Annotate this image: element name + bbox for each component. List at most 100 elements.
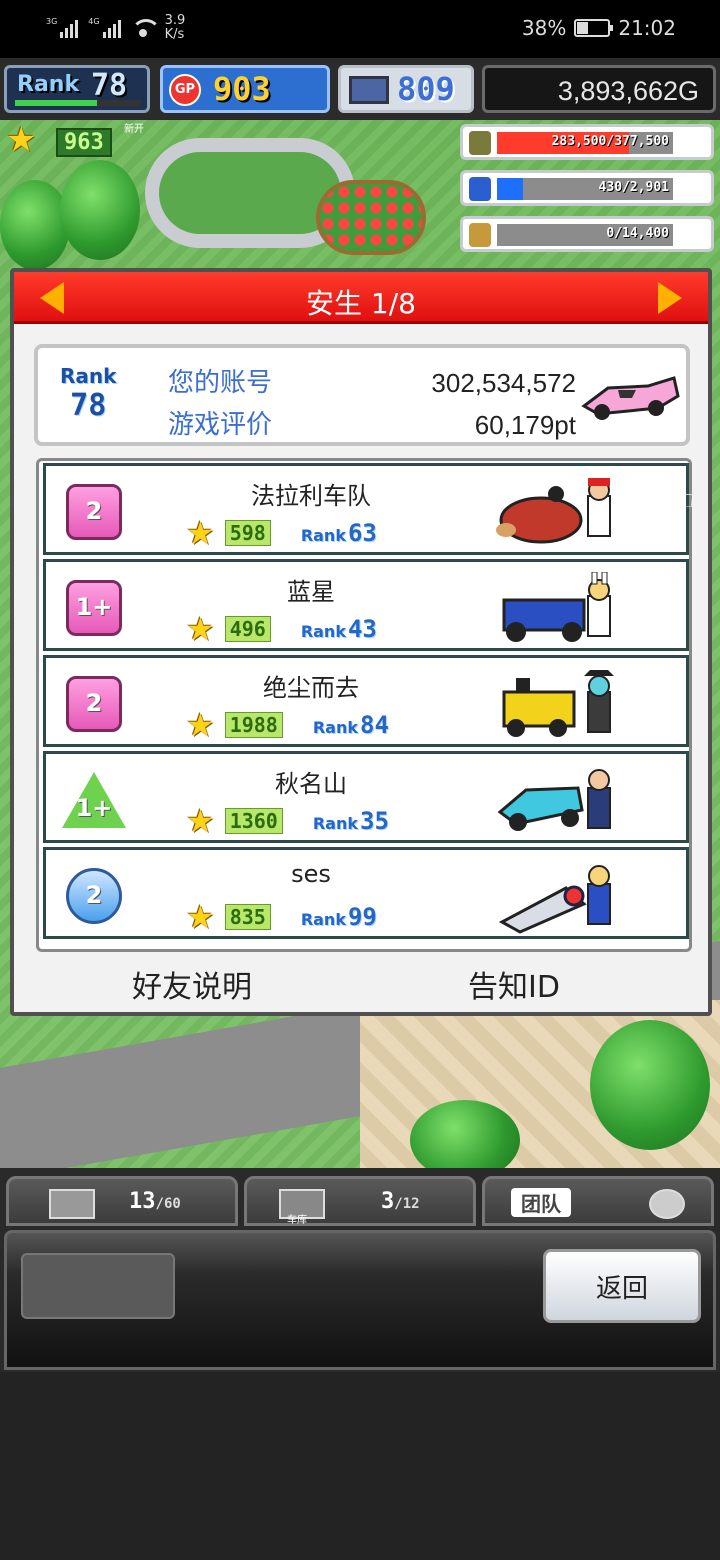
gp-counter[interactable]: GP 903 bbox=[160, 65, 330, 113]
friend-level-badge: 2 bbox=[66, 484, 122, 540]
crop-resource[interactable]: 0/14,400 bbox=[460, 216, 714, 252]
rank-label: Rank bbox=[300, 910, 346, 929]
badge-text: 2 bbox=[85, 881, 103, 909]
rank-label: Rank bbox=[17, 72, 80, 97]
network-type-2: 4G bbox=[88, 17, 100, 26]
gp-value: 903 bbox=[213, 70, 271, 108]
rank-value: 99 bbox=[347, 903, 377, 931]
friend-rank: Rank 63 bbox=[301, 519, 377, 547]
blank-area bbox=[0, 1372, 720, 1560]
bottom-bar: 13/60 车库 3/12 团队 返回 bbox=[0, 1168, 720, 1372]
account-id-value: 302,534,572 bbox=[431, 368, 576, 398]
flower-garden bbox=[316, 180, 426, 255]
friend-rank: Rank 99 bbox=[301, 903, 377, 931]
fuel-resource[interactable]: 283,500/377,500 bbox=[460, 124, 714, 160]
friend-row[interactable]: 2 绝尘而去 ★ 1988 Rank 84 bbox=[43, 655, 689, 747]
fuel-barrel-icon bbox=[469, 131, 491, 155]
badge-text: 2 bbox=[85, 689, 103, 717]
account-labels: 您的账号 游戏评价 bbox=[168, 362, 272, 446]
dialog-header: 安生 1/8 bbox=[14, 272, 708, 324]
notify-id-button[interactable]: 告知ID bbox=[468, 962, 560, 1006]
friend-stats: ★ 598 Rank 63 bbox=[186, 514, 377, 552]
friend-row[interactable]: 2 ses ★ 835 Rank 99 bbox=[43, 847, 689, 939]
rank-value: 43 bbox=[347, 615, 377, 643]
rank-label: Rank bbox=[300, 526, 346, 545]
clock: 21:02 bbox=[618, 16, 676, 40]
network-speed: 3.9 K/s bbox=[165, 14, 186, 42]
friend-star-points: 1360 bbox=[224, 808, 283, 834]
friend-level-badge: 2 bbox=[66, 676, 122, 732]
garage-count-value: 3 bbox=[381, 1189, 395, 1214]
research-counter[interactable]: 809 bbox=[338, 65, 474, 113]
star-icon: ★ bbox=[186, 898, 215, 936]
friend-star-points: 835 bbox=[224, 904, 271, 930]
friend-star-points: 496 bbox=[224, 616, 271, 642]
rocket-car-with-blonde-driver-icon bbox=[498, 865, 611, 934]
friend-level-badge: 1+ bbox=[62, 772, 126, 828]
account-id-label: 您的账号 bbox=[168, 368, 273, 398]
gp-icon: GP bbox=[169, 74, 201, 106]
friend-name: 秋名山 bbox=[275, 770, 347, 798]
friend-row[interactable]: 2 法拉利车队 ★ 598 Rank 63 bbox=[43, 463, 689, 555]
badge-text: 2 bbox=[85, 497, 103, 525]
friend-stats: ★ 1988 Rank 84 bbox=[186, 706, 389, 744]
cyan-formula-car-with-driver-icon bbox=[497, 769, 611, 831]
rank-label: Rank bbox=[312, 814, 359, 833]
signal-4g-icon: 4G bbox=[88, 17, 121, 38]
rank-label: Rank bbox=[300, 622, 346, 641]
friend-rank: Rank 84 bbox=[313, 711, 389, 739]
status-right: 38% 21:02 bbox=[522, 16, 676, 40]
tree-icon bbox=[60, 160, 140, 260]
battery-percent: 38% bbox=[521, 16, 567, 40]
friend-name: 法拉利车队 bbox=[251, 482, 371, 510]
tab-team[interactable]: 团队 bbox=[482, 1176, 714, 1226]
badge-text: 1+ bbox=[75, 593, 113, 621]
friend-level-badge: 1+ bbox=[66, 580, 122, 636]
back-button[interactable]: 返回 bbox=[543, 1249, 701, 1323]
friend-star-points: 598 bbox=[224, 520, 271, 546]
friend-stats: ★ 496 Rank 43 bbox=[186, 610, 377, 648]
network-type-1: 3G bbox=[46, 17, 58, 26]
command-panel: 返回 bbox=[4, 1230, 716, 1370]
tree-icon bbox=[590, 1020, 710, 1150]
friend-rank: Rank 35 bbox=[313, 807, 389, 835]
star-counter[interactable]: ★ 963 新开 bbox=[4, 120, 154, 160]
rank-value: 35 bbox=[360, 807, 389, 835]
team-label: 团队 bbox=[511, 1188, 571, 1217]
friend-level-badge: 2 bbox=[66, 868, 122, 924]
money-display: 3,893,662G bbox=[482, 65, 716, 113]
rank-value: 63 bbox=[347, 519, 377, 547]
empty-slot-button[interactable] bbox=[21, 1253, 175, 1319]
friend-list: 2 法拉利车队 ★ 598 Rank 63 1+ 蓝星 ★ 496 Rank 4… bbox=[36, 458, 692, 952]
blue-hotrod-with-bunny-driver-icon bbox=[502, 572, 611, 642]
star-icon: ★ bbox=[186, 514, 215, 552]
top-hud: Rank 78 GP 903 809 3,893,662G bbox=[0, 58, 720, 120]
tab-garage[interactable]: 车库 3/12 bbox=[244, 1176, 476, 1226]
friend-stats: ★ 1360 Rank 35 bbox=[186, 802, 389, 840]
crop-text: 0/14,400 bbox=[606, 226, 669, 241]
water-fill bbox=[497, 178, 524, 200]
fuel-text: 283,500/377,500 bbox=[551, 134, 669, 149]
garage-count-max: 12 bbox=[402, 1196, 420, 1212]
friend-row[interactable]: 1+ 蓝星 ★ 496 Rank 43 bbox=[43, 559, 689, 651]
water-resource[interactable]: 430/2,901 bbox=[460, 170, 714, 206]
next-page-arrow-icon[interactable] bbox=[658, 282, 682, 314]
friend-row[interactable]: 1+ 秋名山 ★ 1360 Rank 35 bbox=[43, 751, 689, 843]
friend-help-button[interactable]: 好友说明 bbox=[132, 962, 252, 1006]
star-icon: ★ bbox=[186, 802, 215, 840]
friend-stats: ★ 835 Rank 99 bbox=[186, 898, 377, 936]
team-member-icon bbox=[649, 1189, 685, 1219]
turtle-car-with-driver-icon bbox=[496, 478, 611, 544]
game-rating-value: 60,179pt bbox=[474, 410, 576, 440]
tab-parts[interactable]: 13/60 bbox=[6, 1176, 238, 1226]
player-rank[interactable]: Rank 78 bbox=[4, 65, 150, 113]
rank-progress-bar bbox=[15, 100, 141, 106]
speed-value: 3.9 bbox=[164, 13, 186, 28]
garage-count: 3/12 bbox=[381, 1189, 420, 1214]
wheat-icon bbox=[469, 223, 491, 247]
star-icon: ★ bbox=[6, 120, 37, 160]
friend-rank: Rank 43 bbox=[301, 615, 377, 643]
garage-label: 车库 bbox=[287, 1215, 307, 1226]
water-bottle-icon bbox=[469, 177, 491, 201]
star-icon: ★ bbox=[186, 706, 215, 744]
